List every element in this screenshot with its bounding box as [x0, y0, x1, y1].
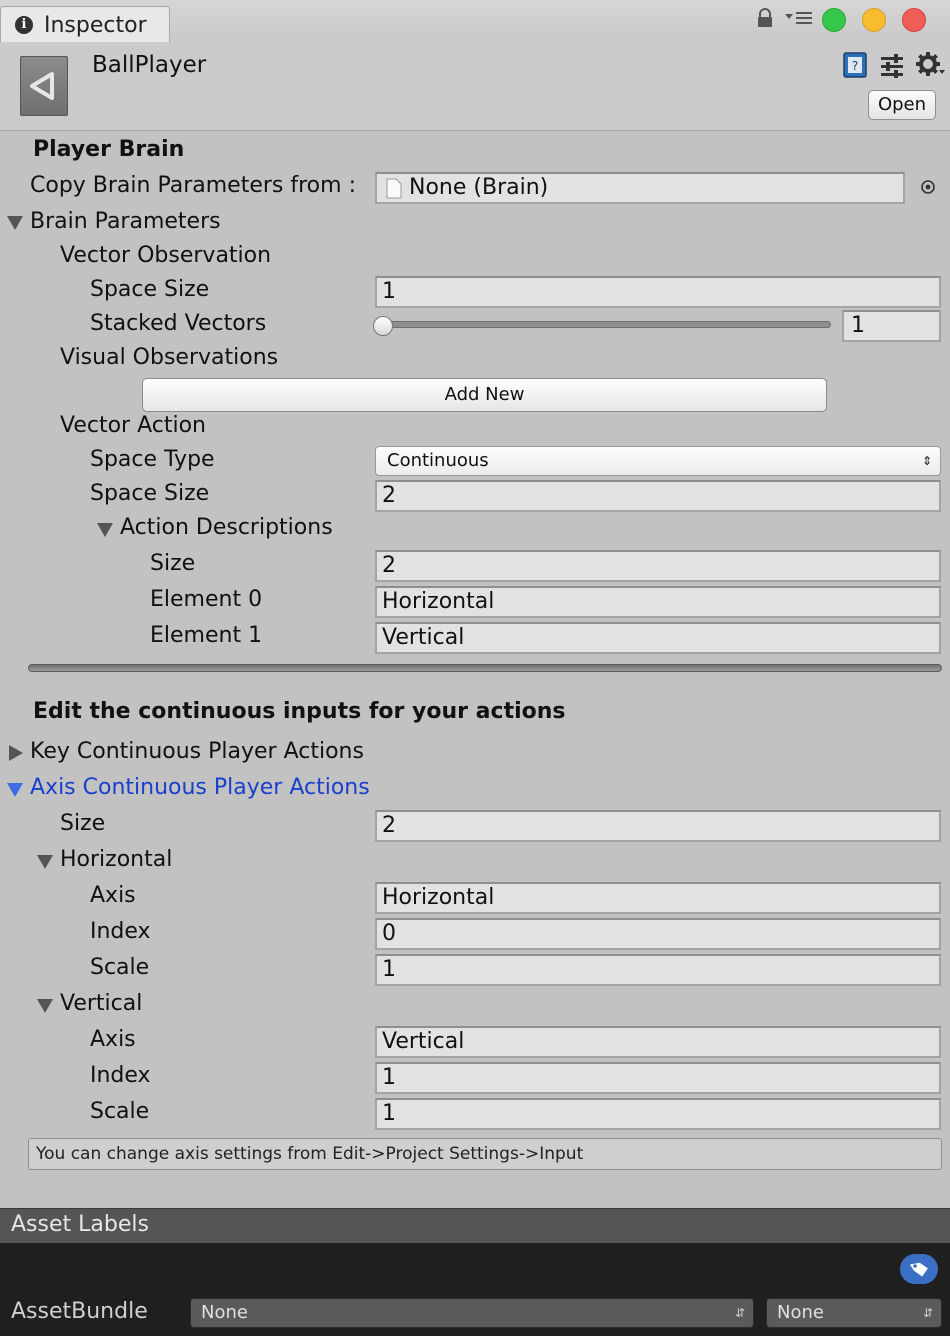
element-1-field[interactable]: Vertical — [375, 622, 941, 654]
window-close-button[interactable] — [902, 8, 926, 32]
info-icon: i — [15, 16, 33, 34]
document-icon — [386, 178, 402, 199]
vertical-index-field[interactable]: 1 — [375, 1062, 941, 1094]
asset-labels-title: Asset Labels — [11, 1212, 149, 1237]
horizontal-scale-field[interactable]: 1 — [375, 954, 941, 986]
horizontal-axis-field[interactable]: Horizontal — [375, 882, 941, 914]
asset-labels-title-bar: Asset Labels — [0, 1208, 950, 1243]
action-space-size-label: Space Size — [90, 481, 210, 506]
obs-space-size-label: Space Size — [90, 277, 210, 302]
add-new-visual-observation-button[interactable]: Add New — [142, 378, 827, 412]
inspector-header: BallPlayer ? Open — [0, 42, 950, 131]
dropdown-arrows-icon: ⇵ — [922, 1306, 933, 1320]
axis-continuous-actions-label[interactable]: Axis Continuous Player Actions — [30, 775, 370, 800]
unity-asset-icon — [20, 56, 68, 116]
dropdown-arrows-icon: ⇵ — [734, 1306, 745, 1320]
preset-sliders-icon[interactable] — [880, 54, 906, 78]
tab-inspector[interactable]: i Inspector — [0, 6, 170, 42]
brain-parameters-label[interactable]: Brain Parameters — [30, 209, 221, 234]
assetbundle-variant-dropdown[interactable]: None ⇵ — [766, 1298, 942, 1328]
space-type-dropdown[interactable]: Continuous ⇕ — [375, 446, 941, 476]
stacked-vectors-slider-track[interactable] — [380, 321, 831, 328]
axis-size-label: Size — [60, 811, 106, 836]
obs-space-size-field[interactable]: 1 — [375, 276, 941, 308]
action-descriptions-foldout-arrow[interactable] — [97, 523, 113, 537]
vertical-scale-label: Scale — [90, 1099, 150, 1124]
stacked-vectors-slider-handle[interactable] — [373, 316, 393, 336]
horizontal-index-label: Index — [90, 919, 151, 944]
space-type-value: Continuous — [387, 450, 489, 471]
axis-size-field[interactable]: 2 — [375, 810, 941, 842]
element-0-field[interactable]: Horizontal — [375, 586, 941, 618]
window-minimize-button[interactable] — [862, 8, 886, 32]
action-space-size-field[interactable]: 2 — [375, 480, 941, 512]
vertical-axis-field[interactable]: Vertical — [375, 1026, 941, 1058]
lock-icon[interactable] — [756, 8, 774, 28]
tag-icon[interactable] — [900, 1254, 938, 1284]
visual-observations-label: Visual Observations — [60, 345, 279, 370]
horizontal-entry-label[interactable]: Horizontal — [60, 847, 172, 872]
assetbundle-variant-value: None — [777, 1302, 824, 1323]
assetbundle-label: AssetBundle — [11, 1299, 148, 1324]
dropdown-arrows-icon: ⇕ — [921, 454, 932, 468]
vertical-foldout-arrow[interactable] — [37, 999, 53, 1013]
element-0-label: Element 0 — [150, 587, 263, 612]
vertical-scale-field[interactable]: 1 — [375, 1098, 941, 1130]
assetbundle-name-value: None — [201, 1302, 248, 1323]
key-actions-foldout-arrow[interactable] — [9, 745, 23, 761]
action-descriptions-size-field[interactable]: 2 — [375, 550, 941, 582]
continuous-inputs-heading: Edit the continuous inputs for your acti… — [33, 699, 566, 724]
horizontal-axis-label: Axis — [90, 883, 136, 908]
vertical-axis-label: Axis — [90, 1027, 136, 1052]
copy-brain-label: Copy Brain Parameters from : — [30, 173, 356, 198]
action-descriptions-label[interactable]: Action Descriptions — [120, 515, 333, 540]
tab-inspector-label: Inspector — [44, 13, 147, 38]
horizontal-foldout-arrow[interactable] — [37, 855, 53, 869]
vertical-entry-label[interactable]: Vertical — [60, 991, 142, 1016]
vector-observation-label: Vector Observation — [60, 243, 272, 268]
asset-name: BallPlayer — [92, 52, 207, 78]
svg-text:?: ? — [852, 59, 858, 73]
assetbundle-name-dropdown[interactable]: None ⇵ — [190, 1298, 754, 1328]
window-zoom-button[interactable] — [822, 8, 846, 32]
object-picker-icon[interactable] — [920, 179, 936, 195]
section-divider — [28, 664, 942, 672]
vertical-index-label: Index — [90, 1063, 151, 1088]
action-descriptions-size-label: Size — [150, 551, 196, 576]
axis-settings-help-box: You can change axis settings from Edit->… — [28, 1138, 942, 1170]
copy-brain-object-field[interactable]: None (Brain) — [375, 172, 905, 204]
gear-icon[interactable] — [916, 52, 946, 78]
player-brain-heading: Player Brain — [33, 137, 185, 162]
key-continuous-actions-label[interactable]: Key Continuous Player Actions — [30, 739, 364, 764]
brain-parameters-foldout-arrow[interactable] — [7, 216, 23, 230]
vector-action-label: Vector Action — [60, 413, 206, 438]
horizontal-index-field[interactable]: 0 — [375, 918, 941, 950]
help-book-icon[interactable]: ? — [842, 52, 868, 78]
stacked-vectors-field[interactable]: 1 — [842, 310, 941, 342]
space-type-label: Space Type — [90, 447, 215, 472]
open-button[interactable]: Open — [868, 90, 936, 120]
element-1-label: Element 1 — [150, 623, 263, 648]
axis-actions-foldout-arrow[interactable] — [7, 783, 23, 797]
stacked-vectors-label: Stacked Vectors — [90, 311, 267, 336]
horizontal-scale-label: Scale — [90, 955, 150, 980]
tab-menu-icon[interactable] — [785, 10, 813, 26]
copy-brain-value: None (Brain) — [409, 175, 549, 200]
